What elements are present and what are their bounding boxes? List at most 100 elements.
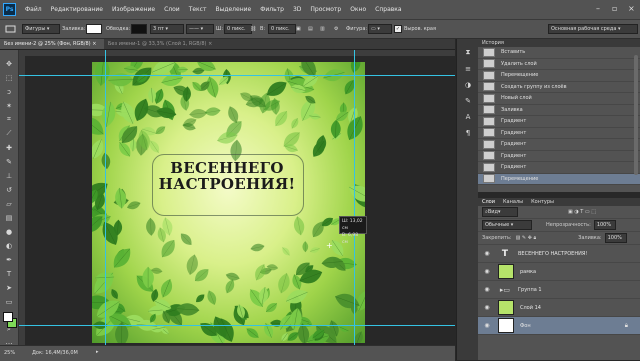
lock-icons[interactable]: ▨ ✎ ✥ 🔒︎	[516, 235, 537, 241]
path-selection-tool-icon[interactable]: ➤	[3, 282, 15, 293]
history-item[interactable]: Перемещение	[478, 70, 640, 82]
document-canvas[interactable]: ВЕСЕННЕГО НАСТРОЕНИЯ!	[92, 62, 365, 343]
visibility-eye-icon[interactable]: ◉	[482, 304, 492, 311]
history-item[interactable]: Градиент	[478, 128, 640, 140]
brush-tool-icon[interactable]: ✎	[3, 156, 15, 167]
blend-mode-select[interactable]: Обычные ▾	[482, 220, 532, 230]
guide-vertical-left[interactable]	[105, 50, 106, 345]
document-size[interactable]: Док: 16,4М/36,0М	[32, 350, 78, 356]
menu-edit[interactable]: Редактирование	[51, 6, 103, 13]
visibility-eye-icon[interactable]: ◉	[482, 250, 492, 257]
history-scrollbar[interactable]	[634, 55, 638, 175]
guide-vertical-right[interactable]	[354, 50, 355, 345]
layer-row[interactable]: ◉рамка	[478, 263, 640, 281]
path-align-icon[interactable]: ▤	[308, 24, 313, 34]
layer-filter-icons[interactable]: ▣ ◑ T ▭ ⬚	[568, 209, 596, 215]
menu-help[interactable]: Справка	[375, 6, 401, 13]
shape-picker[interactable]: ▭ ▾	[368, 24, 392, 34]
history-item[interactable]: Заливка	[478, 105, 640, 117]
visibility-eye-icon[interactable]: ◉	[482, 286, 492, 293]
shape-tool-icon[interactable]	[4, 24, 18, 34]
move-tool-icon[interactable]: ✥	[3, 58, 15, 69]
path-arrange-icon[interactable]: ▥	[320, 24, 325, 34]
layer-row[interactable]: ◉TВЕСЕННЕГО НАСТРОЕНИЯ!	[478, 245, 640, 263]
menu-filter[interactable]: Фильтр	[260, 6, 284, 13]
brushes-panel-icon[interactable]: ✎	[462, 95, 474, 106]
lasso-tool-icon[interactable]: ↄ	[3, 86, 15, 97]
paragraph-panel-icon[interactable]: ¶	[462, 127, 474, 138]
menu-view[interactable]: Просмотр	[310, 6, 341, 13]
history-item[interactable]: Вставить	[478, 47, 640, 59]
zoom-level[interactable]: 25%	[4, 350, 15, 356]
minimize-icon[interactable]: –	[596, 4, 600, 13]
tab-channels[interactable]: Каналы	[503, 198, 523, 206]
width-field[interactable]: 0 пикс.	[224, 24, 252, 34]
eraser-tool-icon[interactable]: ▱	[3, 198, 15, 209]
tab-document-2[interactable]: Без имени-2 @ 25% (Фон, RGB/8) ×	[0, 39, 104, 49]
history-item[interactable]: Создать группу из слоёв	[478, 82, 640, 94]
layer-filter-select[interactable]: ⌕ Вид ▾	[482, 207, 518, 217]
stroke-type-select[interactable]: —— ▾	[186, 24, 214, 34]
opacity-field[interactable]: 100%	[594, 220, 616, 230]
guide-horizontal-bottom[interactable]	[19, 325, 455, 326]
height-field[interactable]: 0 пикс.	[268, 24, 296, 34]
history-item[interactable]: Градиент	[478, 139, 640, 151]
adjustments-panel-icon[interactable]: ◑	[462, 79, 474, 90]
menu-image[interactable]: Изображение	[112, 6, 155, 13]
stroke-swatch[interactable]	[131, 24, 147, 34]
history-item[interactable]: Перемещение	[478, 174, 640, 186]
menu-window[interactable]: Окно	[350, 6, 366, 13]
layer-row[interactable]: ◉Фон🔒︎	[478, 317, 640, 335]
vertical-ruler[interactable]	[19, 56, 25, 345]
stroke-size-field[interactable]: 3 пт ▾	[150, 24, 184, 34]
history-brush-tool-icon[interactable]: ↺	[3, 184, 15, 195]
guide-horizontal-top[interactable]	[19, 75, 455, 76]
menu-file[interactable]: Файл	[25, 6, 42, 13]
menu-3d[interactable]: 3D	[293, 6, 301, 13]
history-item[interactable]: Градиент	[478, 151, 640, 163]
link-icon[interactable]: ⛓	[250, 24, 256, 34]
layer-row[interactable]: ◉Слой 14	[478, 299, 640, 317]
align-edges-checkbox[interactable]: ✓	[394, 25, 402, 33]
tab-paths[interactable]: Контуры	[531, 198, 554, 206]
history-item[interactable]: Градиент	[478, 116, 640, 128]
shape-mode-select[interactable]: Фигуры ▾	[22, 24, 60, 34]
workspace-select[interactable]: Основная рабочая среда ▾	[548, 24, 638, 34]
history-item[interactable]: Удалить слой	[478, 59, 640, 71]
crop-tool-icon[interactable]: ⌗	[3, 114, 15, 125]
dodge-tool-icon[interactable]: ◐	[3, 240, 15, 251]
type-tool-icon[interactable]: T	[3, 268, 15, 279]
foreground-color-swatch[interactable]	[3, 312, 13, 322]
history-item[interactable]: Градиент	[478, 162, 640, 174]
history-panel-title[interactable]: История	[478, 39, 640, 47]
healing-brush-tool-icon[interactable]: ✚	[3, 142, 15, 153]
eyedropper-tool-icon[interactable]: ⟋	[3, 128, 15, 139]
gear-icon[interactable]: ⚙	[334, 24, 338, 34]
shape-tool-icon[interactable]: ▭	[3, 296, 15, 307]
menu-type[interactable]: Текст	[189, 6, 207, 13]
marquee-tool-icon[interactable]: ⬚	[3, 72, 15, 83]
tab-layers[interactable]: Слои	[482, 198, 495, 206]
tab-document-1[interactable]: Без имени-1 @ 33,3% (Слой 1, RGB/8) ×	[104, 39, 222, 49]
history-panel-icon[interactable]: ⧗	[462, 47, 474, 58]
menu-layers[interactable]: Слои	[164, 6, 180, 13]
status-menu-icon[interactable]: ▸	[96, 349, 99, 355]
clone-stamp-tool-icon[interactable]: ⊥	[3, 170, 15, 181]
folder-icon[interactable]: ▸▭	[498, 286, 512, 294]
pen-tool-icon[interactable]: ✒	[3, 254, 15, 265]
character-panel-icon[interactable]: A	[462, 111, 474, 122]
properties-panel-icon[interactable]: ≡	[462, 63, 474, 74]
visibility-eye-icon[interactable]: ◉	[482, 268, 492, 275]
visibility-eye-icon[interactable]: ◉	[482, 322, 492, 329]
path-ops-icon[interactable]: ▣	[296, 24, 301, 34]
history-item[interactable]: Новый слой	[478, 93, 640, 105]
blur-tool-icon[interactable]: ●	[3, 226, 15, 237]
magic-wand-tool-icon[interactable]: ✶	[3, 100, 15, 111]
layer-row[interactable]: ◉▸▭Группа 1	[478, 281, 640, 299]
menu-select[interactable]: Выделение	[215, 6, 251, 13]
maximize-icon[interactable]: ▫	[612, 4, 617, 13]
fill-opacity-field[interactable]: 100%	[605, 233, 627, 243]
gradient-tool-icon[interactable]: ▤	[3, 212, 15, 223]
close-icon[interactable]: ×	[628, 4, 635, 13]
fill-swatch[interactable]	[86, 24, 102, 34]
